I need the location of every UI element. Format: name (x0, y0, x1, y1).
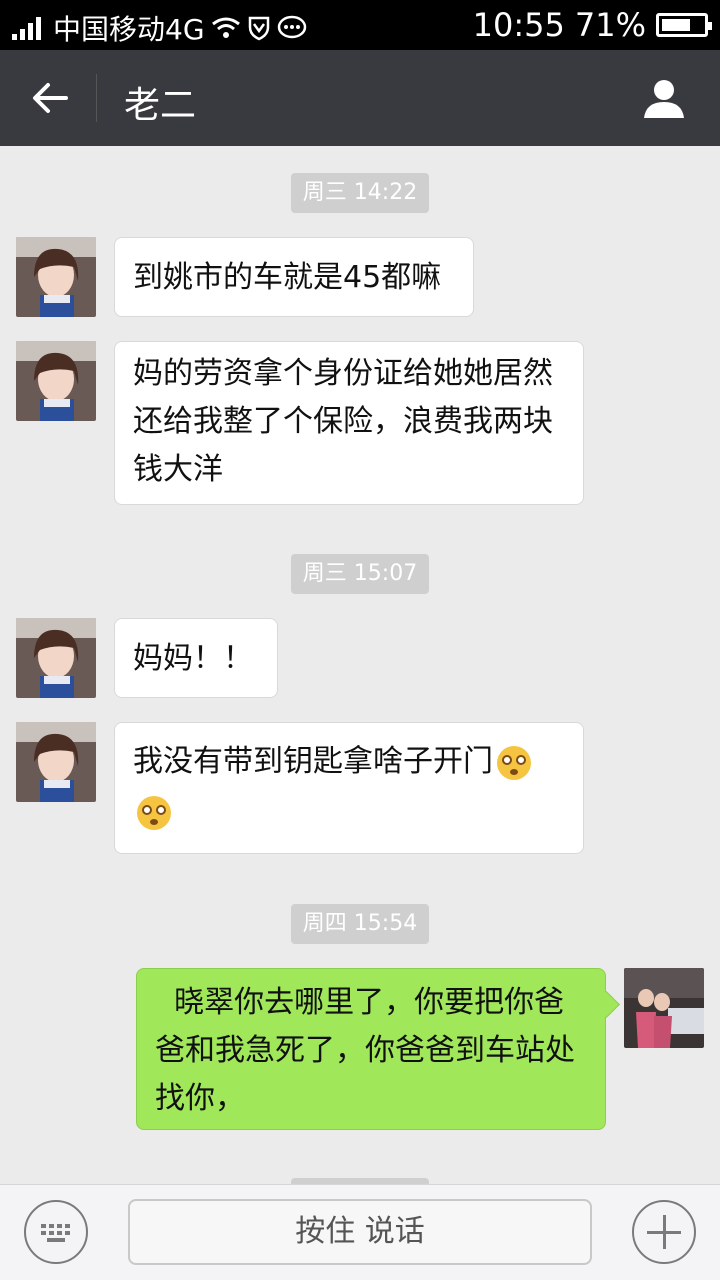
contact-avatar[interactable] (16, 722, 96, 802)
contact-avatar[interactable] (16, 341, 96, 421)
shield-icon (248, 16, 269, 41)
chat-area[interactable]: 周三 14:22 到姚市的车就是45都嘛 妈的劳资拿个身份证给她她居然还给我整了… (0, 146, 720, 1184)
signal-icon (12, 16, 41, 40)
back-arrow-icon[interactable] (28, 76, 72, 120)
title-divider (96, 74, 97, 122)
carrier-label: 中国移动4G (53, 13, 205, 46)
surprised-emoji-icon (497, 745, 531, 780)
message-bubble[interactable]: 妈的劳资拿个身份证给她她居然还给我整了个保险，浪费我两块钱大洋 (114, 341, 584, 505)
message-bubble[interactable]: 妈妈！！ (114, 618, 278, 698)
battery-percent: 71% (574, 6, 646, 44)
status-bar: 中国移动4G 10:55 71% (0, 0, 720, 50)
input-bar: 按住 说话 (0, 1184, 720, 1280)
keyboard-icon (41, 1224, 70, 1242)
message-bubble[interactable]: 到姚市的车就是45都嘛 (114, 237, 474, 317)
message-text: 我没有带到钥匙拿啥子开门 (133, 744, 493, 779)
message-text: 妈妈！！ (133, 641, 253, 676)
battery-icon (656, 13, 712, 37)
timestamp: 周三 14:22 (291, 173, 429, 213)
my-avatar[interactable] (624, 968, 704, 1048)
message-text: 晓翠你去哪里了，你要把你爸爸和我急死了，你爸爸到车站处找你， (155, 985, 575, 1116)
hold-to-talk-button[interactable]: 按住 说话 (128, 1199, 592, 1265)
message-bubble[interactable]: 我没有带到钥匙拿啥子开门 (114, 722, 584, 854)
contact-avatar[interactable] (16, 237, 96, 317)
more-options-plus-icon[interactable] (632, 1200, 696, 1264)
my-message-bubble[interactable]: 晓翠你去哪里了，你要把你爸爸和我急死了，你爸爸到车站处找你， (136, 968, 606, 1130)
clock: 10:55 (472, 6, 565, 44)
wifi-icon (211, 17, 240, 38)
timestamp: 周三 15:07 (291, 554, 429, 594)
title-bar: 老二 (0, 50, 720, 146)
contact-avatar[interactable] (16, 618, 96, 698)
chat-title: 老二 (124, 85, 197, 126)
keyboard-toggle-button[interactable] (24, 1200, 88, 1264)
contact-info-icon[interactable] (642, 76, 686, 120)
surprised-emoji-icon (137, 795, 171, 830)
timestamp: 周四 15:54 (291, 904, 429, 944)
message-text: 妈的劳资拿个身份证给她她居然还给我整了个保险，浪费我两块钱大洋 (133, 356, 553, 487)
message-text: 到姚市的车就是45都嘛 (133, 260, 442, 295)
chat-bubble-icon (277, 15, 306, 39)
